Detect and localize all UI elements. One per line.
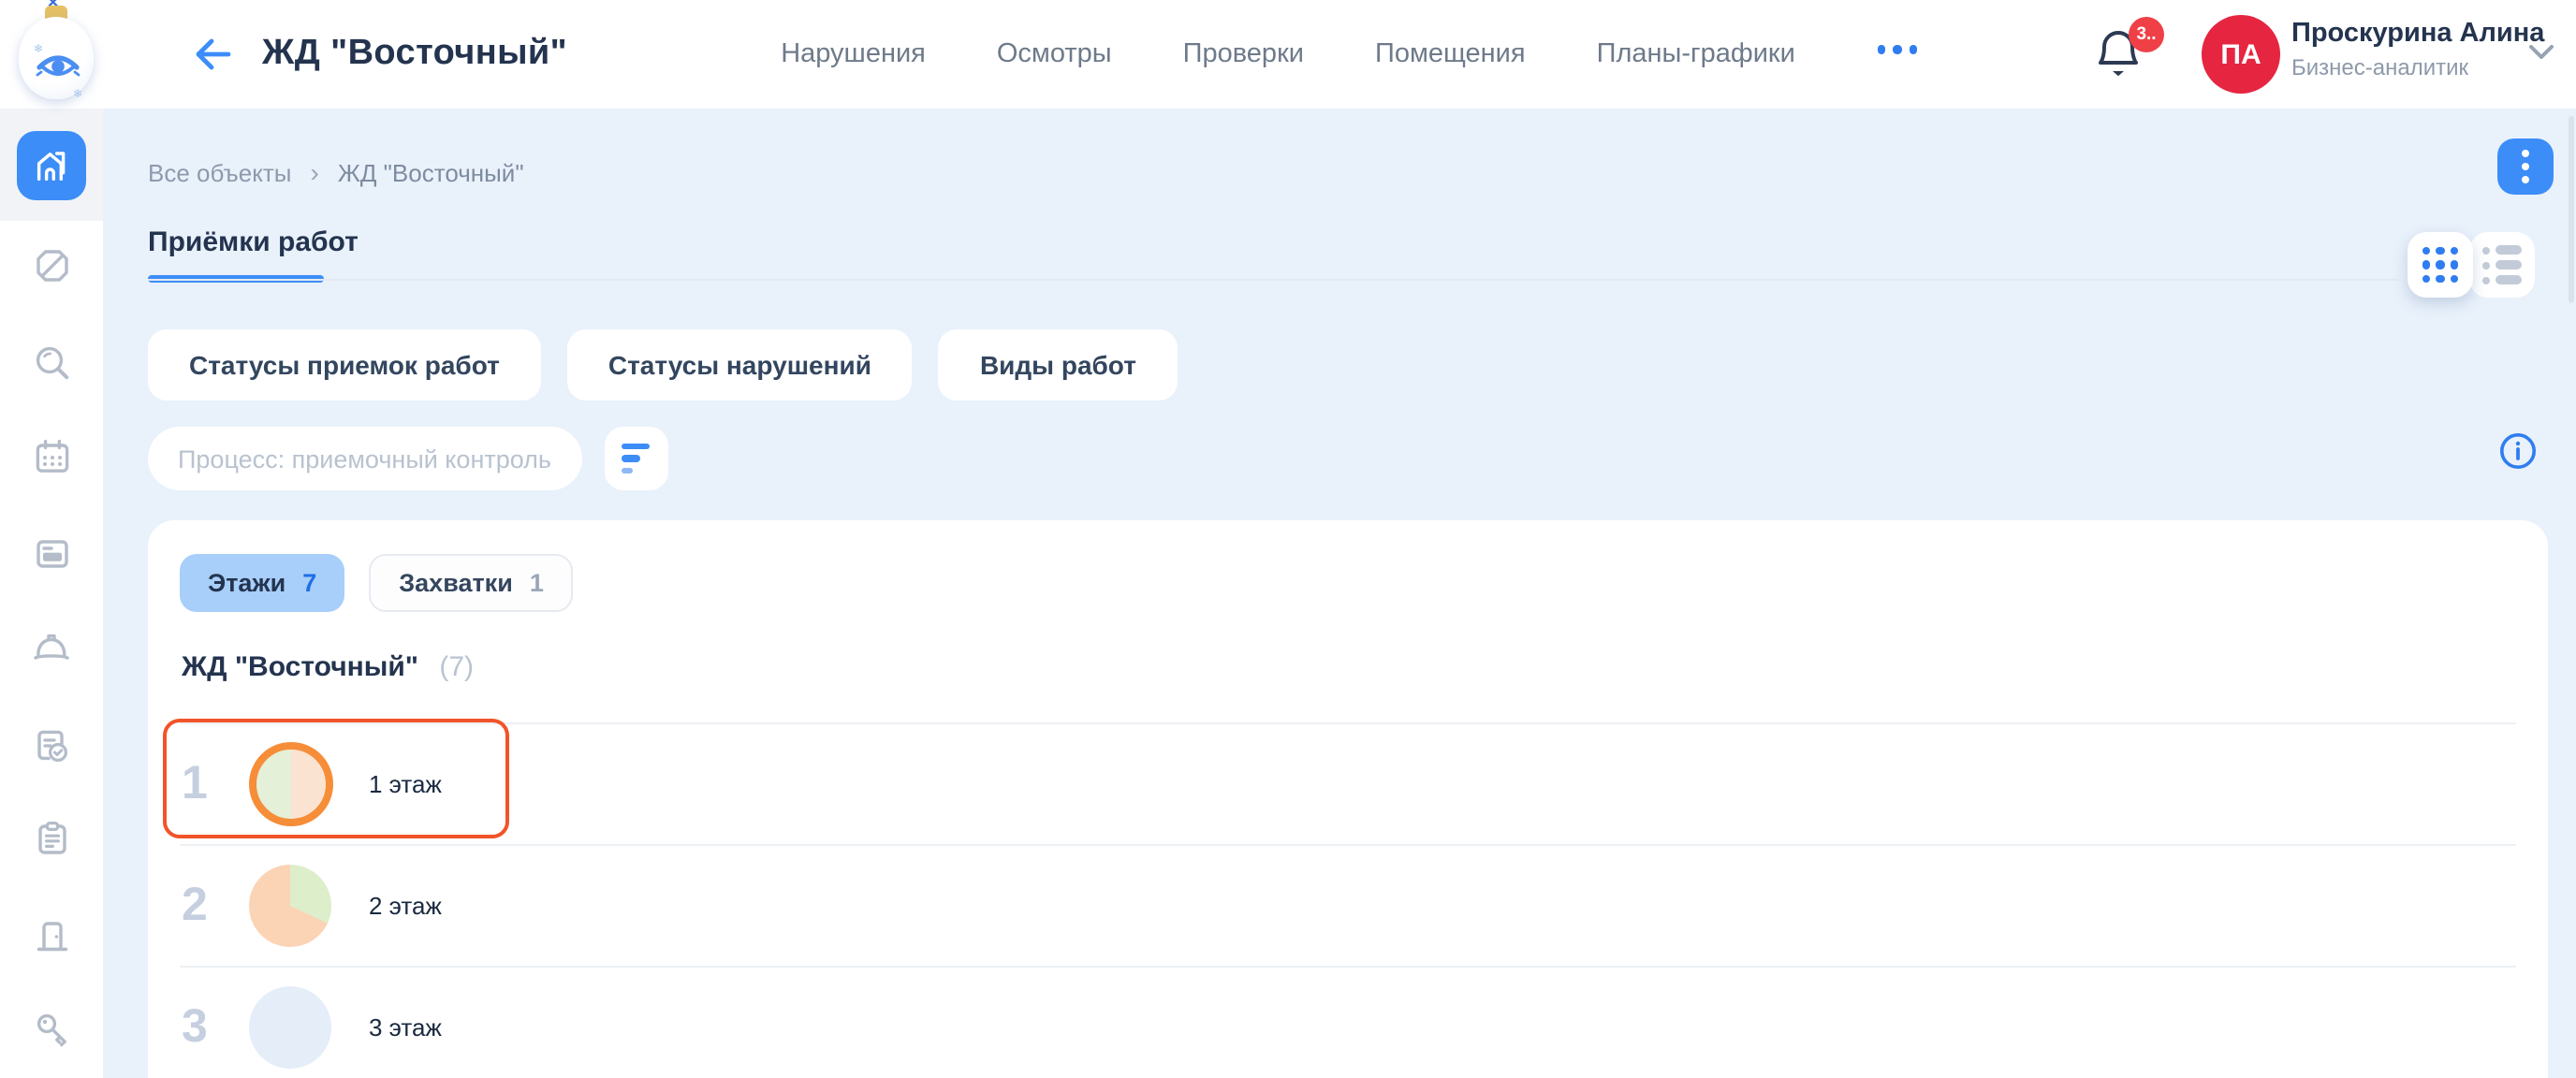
floor-label: 1 этаж <box>369 770 442 798</box>
floor-label: 2 этаж <box>369 892 442 920</box>
logo-bauble: ❄ ❄ <box>19 17 94 99</box>
avatar[interactable]: ПА <box>2202 15 2280 94</box>
floor-pie-chart <box>249 742 333 826</box>
main-content: Все объекты › ЖД "Восточный" Приёмки раб… <box>103 109 2576 1078</box>
floor-number: 2 <box>182 879 223 933</box>
floor-pie-chart <box>249 986 331 1069</box>
notifications-badge: 3.. <box>2129 17 2164 52</box>
sidebar-item-violations[interactable] <box>0 225 103 307</box>
view-toggle <box>2408 232 2535 298</box>
card-icon <box>31 533 72 575</box>
door-icon <box>31 915 72 956</box>
sidebar-item-home[interactable] <box>17 131 86 200</box>
sidebar-item-keys[interactable] <box>0 988 103 1071</box>
filter-work-types[interactable]: Виды работ <box>939 329 1178 401</box>
sidebar <box>0 109 103 1078</box>
info-icon[interactable] <box>2497 430 2539 472</box>
app-logo: ✕ ❄ ❄ <box>15 0 97 105</box>
sidebar-item-inspections[interactable] <box>0 797 103 880</box>
toggle-sections[interactable]: Захватки 1 <box>369 554 574 612</box>
context-menu-button[interactable] <box>2497 138 2554 195</box>
building-count: (7) <box>439 651 474 683</box>
sidebar-item-construction[interactable] <box>0 606 103 689</box>
more-menu-icon[interactable] <box>1877 45 1917 53</box>
user-role: Бизнес-аналитик <box>2291 54 2486 80</box>
floor-row[interactable]: 3 3 этаж <box>148 968 2548 1078</box>
notifications-bell-icon[interactable]: 3.. <box>2093 24 2149 84</box>
grid-view-button[interactable] <box>2408 232 2473 298</box>
back-arrow-button[interactable] <box>191 32 236 77</box>
sort-button[interactable] <box>604 427 667 490</box>
nav-item[interactable]: Помещения <box>1375 39 1526 69</box>
floor-row[interactable]: 1 1 этаж <box>148 724 2548 844</box>
breadcrumb-current: ЖД "Восточный" <box>338 158 524 186</box>
floor-number: 3 <box>182 1000 223 1055</box>
checklist-check-icon <box>30 723 73 766</box>
toggle-sections-label: Захватки <box>399 569 513 597</box>
toggle-floors-count: 7 <box>302 569 316 597</box>
sidebar-item-search[interactable] <box>0 322 103 404</box>
toggle-floors-label: Этажи <box>208 569 285 597</box>
eye-icon <box>36 54 80 80</box>
chevron-down-icon[interactable] <box>2529 45 2554 60</box>
grid-view-icon <box>2422 247 2459 284</box>
grouping-toggles: Этажи 7 Захватки 1 <box>180 554 574 612</box>
floor-label: 3 этаж <box>369 1013 442 1042</box>
filter-acceptance-statuses[interactable]: Статусы приемок работ <box>148 329 541 401</box>
floor-number: 1 <box>182 757 223 811</box>
toggle-floors[interactable]: Этажи 7 <box>180 554 344 612</box>
floor-row[interactable]: 2 2 этаж <box>148 846 2548 966</box>
process-filter-row: Процесс: приемочный контроль <box>148 427 667 490</box>
snowflake-icon: ❄ <box>73 88 82 101</box>
tabs: Приёмки работ <box>148 226 359 260</box>
nav-item[interactable]: Планы-графики <box>1597 39 1795 69</box>
list-view-icon <box>2482 246 2522 284</box>
prohibited-icon <box>31 245 72 286</box>
building-title: ЖД "Восточный" <box>182 651 418 683</box>
building-section-header: ЖД "Восточный" (7) <box>182 651 474 683</box>
sidebar-item-cards[interactable] <box>0 513 103 595</box>
breadcrumb: Все объекты › ЖД "Восточный" <box>148 157 524 187</box>
toggle-sections-count: 1 <box>530 569 544 597</box>
top-header: ✕ ❄ ❄ ЖД "Восточный" Нарушения Осмотры Про… <box>0 0 2576 109</box>
app-root: ✕ ❄ ❄ ЖД "Восточный" Нарушения Осмотры Про… <box>0 0 2576 1078</box>
page-title: ЖД "Восточный" <box>262 34 567 75</box>
scrollbar-thumb[interactable] <box>2568 116 2574 303</box>
floor-pie-chart <box>249 865 331 947</box>
key-icon <box>31 1009 72 1050</box>
floors-card: Этажи 7 Захватки 1 ЖД "Восточный" (7) 1 <box>148 520 2548 1078</box>
helmet-icon <box>30 626 73 669</box>
sidebar-item-acceptance[interactable] <box>0 704 103 786</box>
nav-item[interactable]: Осмотры <box>997 39 1112 69</box>
screenshot-viewport: ✕ ❄ ❄ ЖД "Восточный" Нарушения Осмотры Про… <box>0 0 2576 1078</box>
nav-item[interactable]: Проверки <box>1183 39 1304 69</box>
breadcrumb-separator-icon: › <box>311 157 319 187</box>
main-nav: Нарушения Осмотры Проверки Помещения Планы-г… <box>781 0 1795 109</box>
user-menu[interactable]: Проскурина Алина Бизнес-аналитик <box>2291 19 2486 80</box>
sidebar-item-calendar[interactable] <box>0 415 103 498</box>
nav-item[interactable]: Нарушения <box>781 39 926 69</box>
sidebar-item-rooms[interactable] <box>0 895 103 977</box>
process-filter-chip[interactable]: Процесс: приемочный контроль <box>148 427 581 490</box>
clipboard-icon <box>31 818 72 859</box>
tabs-divider <box>148 279 2398 281</box>
filter-buttons: Статусы приемок работ Статусы нарушений … <box>148 329 1178 401</box>
tab-acceptances[interactable]: Приёмки работ <box>148 226 359 258</box>
list-view-button[interactable] <box>2469 232 2535 298</box>
home-icon <box>32 146 71 185</box>
filter-violation-statuses[interactable]: Статусы нарушений <box>567 329 913 401</box>
search-icon <box>31 342 72 384</box>
calendar-icon <box>31 436 72 477</box>
breadcrumb-root[interactable]: Все объекты <box>148 158 292 186</box>
floor-list: 1 1 этаж 2 2 этаж 3 <box>148 722 2548 1078</box>
user-name: Проскурина Алина <box>2291 19 2486 49</box>
